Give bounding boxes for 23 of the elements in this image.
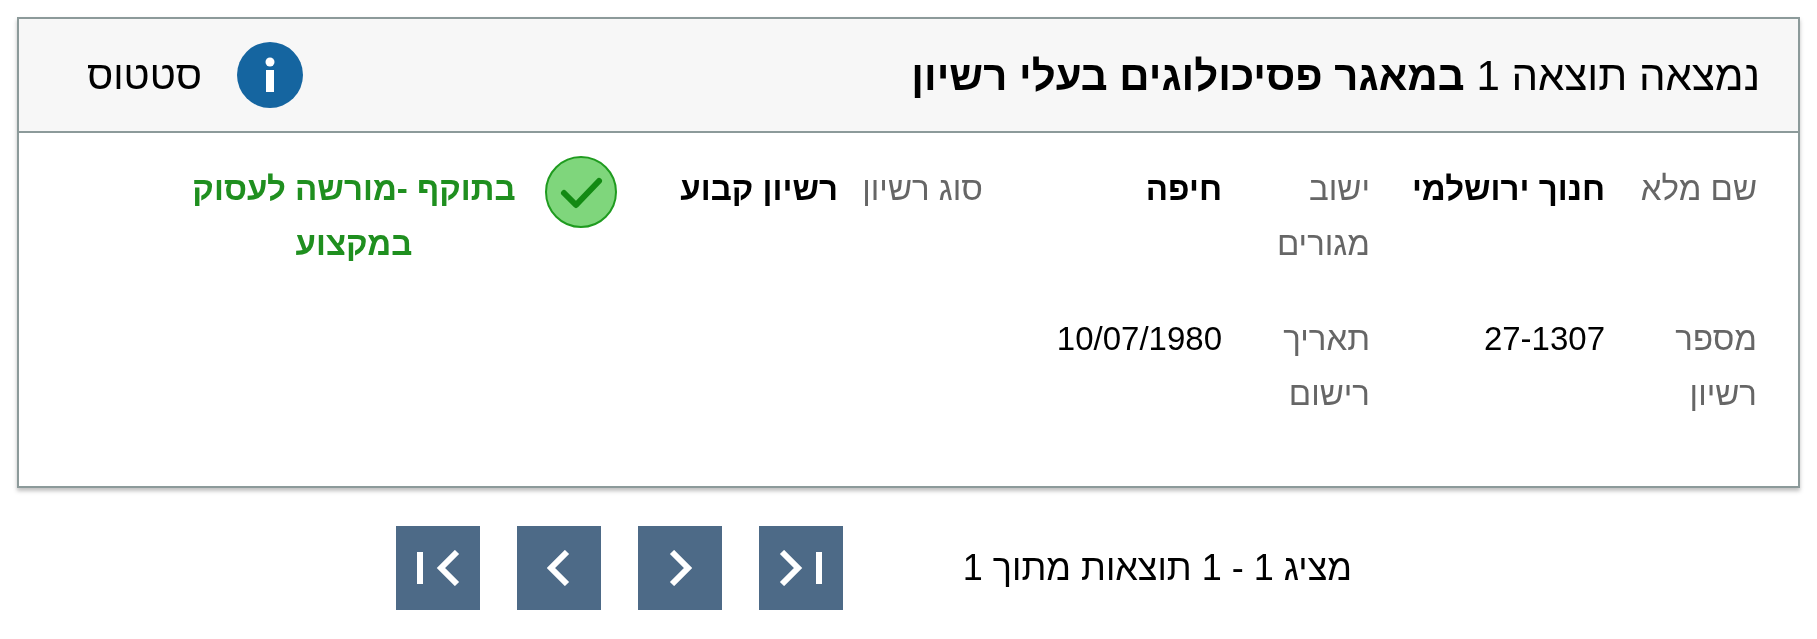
field-label: מספר רשיון [1674,319,1757,414]
results-summary: מציג 1 - 1 תוצאות מתוך 1 [962,546,1352,590]
info-icon [237,42,304,108]
results-title: נמצאה תוצאה 1 במאגר פסיכולוגים בעלי רשיון [911,50,1760,101]
last-page-button[interactable] [758,526,843,610]
field-value: חנוך ירושלמי [1410,169,1605,209]
license-status: בתוקף -מורשה לעסוק במקצוע [191,169,517,264]
previous-page-button[interactable] [516,526,601,610]
field-value: חיפה [1144,169,1222,209]
field-label: ישוב מגורים [1275,169,1370,264]
last-page-icon [777,550,824,586]
first-page-icon [414,550,461,586]
next-page-button[interactable] [637,526,722,610]
chevron-right-icon [667,550,692,586]
field-label: שם מלא [1639,169,1757,209]
field-label: סוג רשיון [861,169,983,209]
field-value: רשיון קבוע [679,169,838,209]
field-value: 10/07/1980 [1055,319,1222,359]
first-page-button[interactable] [395,526,480,610]
field-value: 27-1307 [1482,319,1605,359]
status-label: סטטוס [87,52,203,99]
field-label: תאריך רישום [1282,319,1370,414]
chevron-left-icon [546,550,571,586]
